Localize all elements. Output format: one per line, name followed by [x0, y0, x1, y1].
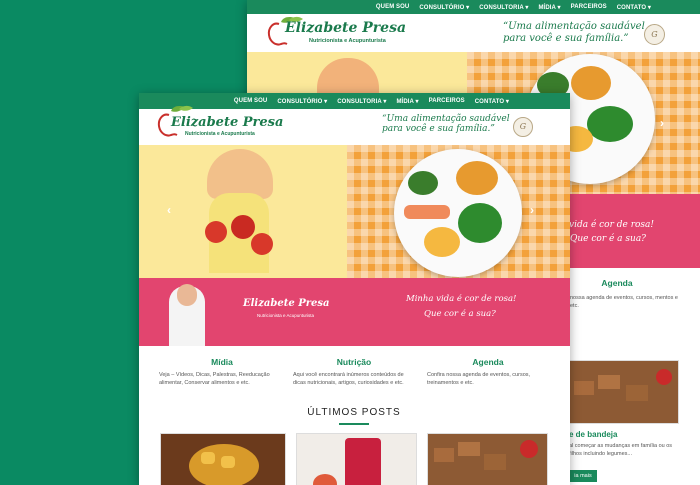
nav-item-parceiros[interactable]: PARCEIROS [571, 4, 607, 10]
certification-seal-icon: G [644, 24, 665, 45]
latest-posts-heading: ÚLTIMOS POSTS [307, 407, 401, 418]
banner-subtitle: Nutricionista e Acupunturista [257, 313, 315, 318]
foreground-browser-window: QUEM SOU CONSULTÓRIO ▾ CONSULTORIA ▾ MÍD… [139, 93, 570, 485]
read-more-button[interactable]: ia mais [569, 470, 597, 482]
nav-item-midia[interactable]: MÍDIA ▾ [538, 4, 560, 11]
banner-quote-line-1: vida é cor de rosa! [569, 220, 655, 230]
tagline-line-1: “Uma alimentação saudável [382, 114, 510, 124]
nav-item-consultorio[interactable]: CONSULTÓRIO ▾ [277, 98, 327, 105]
logo-subtitle: Nutricionista e Acupunturista [185, 131, 255, 137]
banner-name: Elizabete Presa [243, 298, 330, 309]
midia-section-title[interactable]: Mídia [177, 357, 267, 367]
header-tagline: “Uma alimentação saudável para você e su… [382, 114, 510, 135]
banner-quote-line-2: Que cor é a sua? [424, 309, 496, 319]
certification-seal-icon: G [513, 117, 533, 137]
post-image-bandeja[interactable] [569, 360, 679, 424]
post-thumbnail-3[interactable] [427, 433, 548, 485]
nav-item-consultoria[interactable]: CONSULTORIA ▾ [479, 4, 528, 11]
nav-item-contato[interactable]: CONTATO ▾ [475, 98, 509, 105]
child-photo [317, 58, 379, 98]
nav-item-quem-sou[interactable]: QUEM SOU [234, 98, 267, 104]
main-navigation: QUEM SOU CONSULTÓRIO ▾ CONSULTORIA ▾ MÍD… [247, 0, 700, 14]
slider-next-arrow[interactable]: › [660, 116, 664, 130]
logo-subtitle: Nutricionista e Acupunturista [309, 38, 386, 44]
post-excerpt: al começar as mudanças em família ou os … [569, 443, 673, 458]
nav-item-quem-sou[interactable]: QUEM SOU [376, 4, 409, 10]
nutricao-section-title[interactable]: Nutrição [309, 357, 399, 367]
tagline-line-1: “Uma alimentação saudável [503, 21, 645, 32]
agenda-section-title: Agenda [601, 278, 633, 288]
agenda-section-text: Confira nossa agenda de eventos, cursos,… [427, 372, 531, 387]
nav-item-parceiros[interactable]: PARCEIROS [429, 98, 465, 104]
child-photo [207, 149, 273, 199]
agenda-section-title[interactable]: Agenda [443, 357, 533, 367]
site-header: Elizabete Presa Nutricionista e Acupuntu… [139, 105, 570, 145]
tagline-line-2: para você e sua família.” [382, 124, 495, 135]
post-thumbnail-2[interactable] [296, 433, 417, 485]
post-thumbnail-1[interactable] [160, 433, 286, 485]
food-plate-image [394, 149, 522, 277]
logo-name[interactable]: Elizabete Presa [285, 20, 406, 36]
site-header: Elizabete Presa Nutricionista e Acupuntu… [247, 14, 700, 52]
nav-item-consultorio[interactable]: CONSULTÓRIO ▾ [419, 4, 469, 11]
nav-item-midia[interactable]: MÍDIA ▾ [396, 98, 418, 105]
main-navigation: QUEM SOU CONSULTÓRIO ▾ CONSULTORIA ▾ MÍD… [139, 93, 570, 109]
nutricao-section-text: Aqui você encontrará inúmeros conteúdos … [293, 372, 404, 387]
header-tagline: “Uma alimentação saudável para você e su… [503, 21, 645, 44]
midia-section-text: Veja – Vídeos, Dicas, Palestras, Reeduca… [159, 372, 270, 387]
banner-quote-line-1: Minha vida é cor de rosa! [406, 294, 517, 304]
banner-quote-line-2: Que cor é a sua? [570, 234, 647, 244]
post-title[interactable]: e de bandeja [569, 430, 617, 439]
nav-item-contato[interactable]: CONTATO ▾ [617, 4, 651, 11]
nav-item-consultoria[interactable]: CONSULTORIA ▾ [337, 98, 386, 105]
heading-underline [339, 423, 369, 425]
logo-name[interactable]: Elizabete Presa [171, 115, 283, 130]
promo-banner: Elizabete Presa Nutricionista e Acupuntu… [139, 278, 570, 346]
agenda-section-text: nossa agenda de eventos, cursos, mentos … [570, 295, 678, 310]
slider-next-arrow[interactable]: › [530, 203, 534, 217]
hero-slider: ‹ › [139, 145, 570, 278]
slider-prev-arrow[interactable]: ‹ [167, 203, 171, 217]
tagline-line-2: para você e sua família.” [503, 32, 629, 44]
